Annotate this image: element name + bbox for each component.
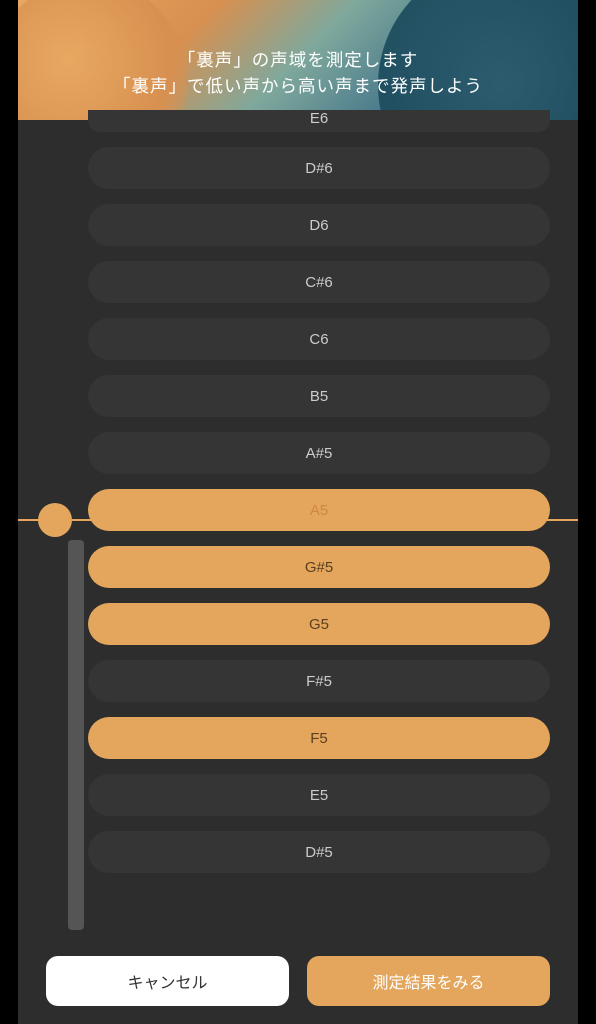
header-line-1: 「裏声」の声域を測定します: [18, 47, 578, 73]
measurement-screen: 「裏声」の声域を測定します 「裏声」で低い声から高い声まで発声しよう E6 D#…: [18, 0, 578, 1024]
note-label: D#5: [305, 844, 333, 861]
note-label: A5: [310, 502, 328, 519]
note-label: C#6: [305, 274, 333, 291]
view-result-button[interactable]: 測定結果をみる: [307, 956, 550, 1006]
cancel-button-label: キャンセル: [127, 969, 207, 993]
note-row[interactable]: D6: [88, 204, 550, 246]
note-label: F#5: [306, 673, 332, 690]
note-row-highlighted[interactable]: G5: [88, 603, 550, 645]
note-row[interactable]: E5: [88, 774, 550, 816]
note-label: D#6: [305, 160, 333, 177]
note-row[interactable]: F#5: [88, 660, 550, 702]
note-row[interactable]: D#6: [88, 147, 550, 189]
note-row[interactable]: D#5: [88, 831, 550, 873]
note-row[interactable]: C6: [88, 318, 550, 360]
note-label: A#5: [306, 445, 333, 462]
note-label: E5: [310, 787, 328, 804]
note-label: D6: [309, 217, 328, 234]
note-label: G#5: [305, 559, 333, 576]
header-line-2: 「裏声」で低い声から高い声まで発声しよう: [18, 73, 578, 99]
cancel-button[interactable]: キャンセル: [46, 956, 289, 1006]
pitch-indicator-line: [18, 519, 578, 521]
header-instructions: 「裏声」の声域を測定します 「裏声」で低い声から高い声まで発声しよう: [18, 47, 578, 100]
note-row[interactable]: B5: [88, 375, 550, 417]
note-row[interactable]: E6: [88, 110, 550, 132]
note-row[interactable]: C#6: [88, 261, 550, 303]
note-label: B5: [310, 388, 328, 405]
note-row-highlighted[interactable]: F5: [88, 717, 550, 759]
note-list[interactable]: E6 D#6 D6 C#6 C6 B5 A#5 A5 G#5 G5 F#5: [18, 110, 578, 940]
note-label: C6: [309, 331, 328, 348]
view-result-button-label: 測定結果をみる: [372, 969, 484, 993]
pitch-indicator-handle[interactable]: [38, 503, 72, 537]
note-label: F5: [310, 730, 328, 747]
volume-meter: [68, 540, 84, 930]
note-row[interactable]: A#5: [88, 432, 550, 474]
note-label: G5: [309, 616, 329, 633]
note-row-highlighted[interactable]: A5: [88, 489, 550, 531]
note-label: E6: [310, 110, 328, 127]
footer-buttons: キャンセル 測定結果をみる: [18, 956, 578, 1010]
note-row-highlighted[interactable]: G#5: [88, 546, 550, 588]
